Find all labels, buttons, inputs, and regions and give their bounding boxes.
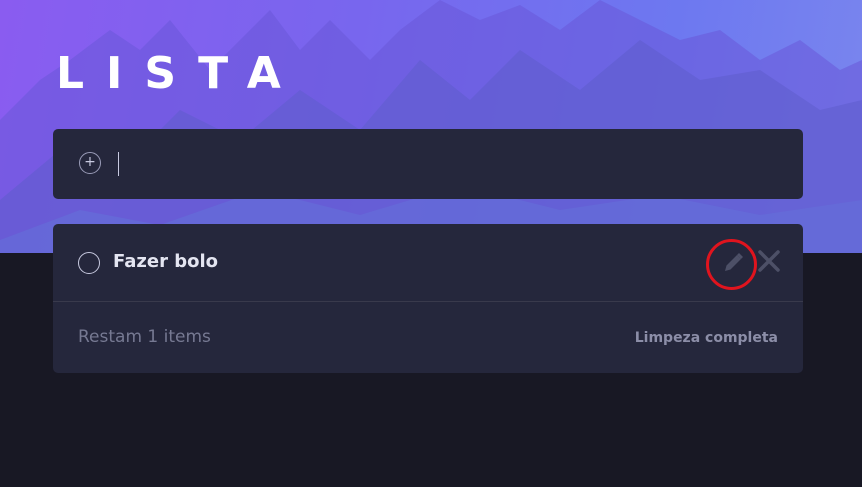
header-background: LISTA <box>0 0 862 253</box>
todo-item-label: Fazer bolo <box>113 251 219 272</box>
clear-completed-button[interactable]: Limpeza completa <box>635 329 778 347</box>
todo-item: Fazer bolo <box>53 224 803 302</box>
page-title: LISTA <box>56 48 303 99</box>
todo-checkbox[interactable] <box>78 252 100 274</box>
plus-circle-icon[interactable]: + <box>79 152 101 174</box>
new-todo-input[interactable] <box>118 152 778 176</box>
todo-list-card: Fazer bolo Restam 1 items Limpeza comple… <box>53 224 803 373</box>
pencil-icon[interactable] <box>718 248 748 278</box>
close-icon[interactable] <box>756 248 782 274</box>
mountain-image <box>0 0 862 253</box>
items-left-count: Restam 1 items <box>78 327 211 347</box>
